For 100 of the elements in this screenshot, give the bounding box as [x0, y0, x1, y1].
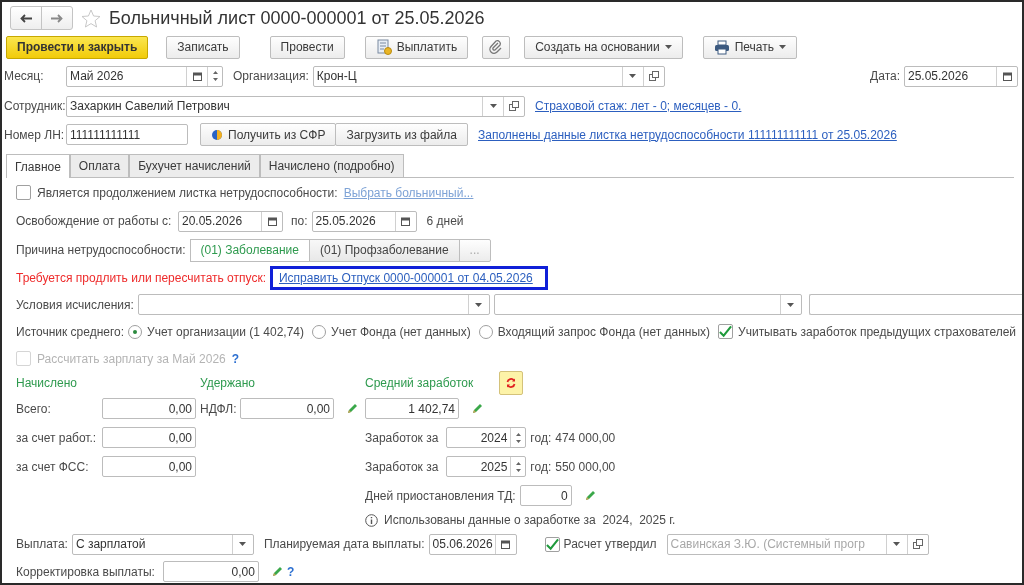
dropdown-icon [475, 302, 483, 307]
average-source-label: Источник среднего: [16, 324, 125, 339]
dropdown-icon [629, 74, 637, 78]
suspension-days-field[interactable]: 0 [519, 485, 572, 506]
checkbox[interactable] [16, 185, 31, 200]
planned-date-field[interactable]: 05.06.2026 [428, 533, 517, 555]
pencil-icon[interactable] [346, 402, 358, 415]
amount-label: за счет ФСС: [16, 459, 90, 474]
info-icon [365, 513, 378, 527]
print-button[interactable]: Печать [702, 35, 797, 59]
year-field[interactable]: 2024 [446, 427, 527, 448]
open-icon [912, 539, 923, 549]
condition-field[interactable] [137, 294, 490, 315]
previous-insurers-label: Учитывать заработок предыдущих страхователей [738, 324, 1017, 339]
radio-button[interactable] [312, 324, 326, 339]
open-icon [648, 71, 659, 81]
correction-field[interactable]: 0,00 [162, 561, 259, 582]
forward-arrow-icon[interactable] [51, 13, 63, 23]
year-amount: 550 000,00 [555, 459, 616, 474]
month-field[interactable]: Май 2026 [66, 65, 223, 87]
year-field[interactable]: 2025 [446, 456, 527, 477]
date-field[interactable]: 25.05.2026 [904, 65, 1018, 87]
spin-icon [515, 430, 521, 445]
date-label: Дата: [870, 69, 900, 83]
insurance-record-link[interactable]: Страховой стаж: лет - 0; месяцев - 0. [535, 99, 742, 113]
planned-date-label: Планируемая дата выплаты: [263, 537, 425, 551]
radio-label: Учет Фонда (нет данных) [331, 324, 471, 339]
amount-field[interactable]: 0,00 [102, 398, 196, 419]
spin-icon [515, 459, 521, 474]
conditions-label: Условия исчисления: [16, 297, 134, 312]
month-label: Месяц: [4, 69, 45, 83]
condition-field[interactable] [808, 294, 1022, 315]
pencil-icon[interactable] [583, 489, 596, 502]
toolbar-button[interactable]: Провести [269, 35, 345, 59]
payment-field[interactable]: С зарплатой [71, 533, 254, 555]
release-label: Освобождение от работы с: [16, 214, 173, 228]
warning-text: Требуется продлить или пересчитать отпуск: [16, 271, 266, 285]
reason-label: Причина нетрудоспособности: [16, 243, 186, 257]
check-icon [719, 325, 733, 338]
paperclip-icon [489, 40, 504, 54]
radio-button[interactable] [128, 324, 143, 339]
document-coins-icon [375, 39, 392, 55]
check-icon [545, 537, 559, 551]
help-icon[interactable]: ? [286, 564, 295, 579]
year-suffix: год: [530, 459, 552, 474]
refresh-button[interactable] [499, 371, 524, 395]
amount-field[interactable]: 0,00 [102, 456, 196, 477]
release-to-label: по: [291, 214, 308, 228]
calendar-icon [192, 71, 202, 81]
create-based-on-button[interactable]: Создать на основании [524, 35, 683, 59]
tab[interactable]: Начислено (подробно) [259, 154, 404, 177]
tax-field[interactable]: 0,00 [240, 398, 334, 419]
post-and-close-button[interactable]: Провести и закрыть [6, 35, 149, 59]
amount-field[interactable]: 0,00 [102, 427, 196, 448]
load-from-file-button[interactable]: Загрузить из файла [335, 123, 468, 146]
radio-label: Входящий запрос Фонда (нет данных) [497, 324, 711, 339]
printer-icon [713, 39, 730, 55]
organization-field[interactable]: Крон-Ц [312, 65, 665, 87]
tab[interactable]: Главное [6, 154, 70, 178]
radio-button[interactable] [478, 324, 493, 339]
employee-field[interactable]: Захаркин Савелий Петрович [66, 95, 525, 117]
calendar-icon [501, 539, 511, 549]
pencil-icon[interactable] [471, 402, 483, 415]
payment-label: Выплата: [16, 537, 68, 551]
pay-button[interactable]: Выплатить [364, 35, 469, 59]
condition-field[interactable] [493, 294, 802, 315]
checkbox[interactable] [718, 324, 734, 339]
sick-note-number-field[interactable]: 111111111111 [66, 124, 188, 145]
window-title: Больничный лист 0000-000001 от 25.05.2026 [109, 7, 485, 29]
toolbar-button[interactable]: Записать [166, 35, 240, 59]
tab[interactable]: Оплата [69, 154, 130, 177]
recalc-salary-label: Рассчитать зарплату за Май 2026 [37, 351, 226, 366]
average-earnings-field[interactable]: 1 402,74 [365, 398, 459, 419]
amount-label: Всего: [16, 401, 52, 416]
dropdown-icon [664, 45, 672, 49]
pencil-icon[interactable] [270, 565, 283, 578]
calendar-icon [1002, 71, 1012, 81]
reason-option[interactable]: (01) Заболевание [189, 238, 310, 262]
section-title: Начислено [16, 376, 77, 390]
back-arrow-icon[interactable] [20, 13, 32, 23]
days-count: 6 дней [426, 214, 464, 228]
filled-data-link[interactable]: Заполнены данные листка нетрудоспособности 111111111111 от 25.05.2026 [478, 127, 897, 142]
dropdown-icon [489, 104, 497, 108]
release-from-field[interactable]: 20.05.2026 [178, 210, 283, 232]
dropdown-icon [779, 45, 786, 49]
year-suffix: год: [530, 430, 552, 445]
radio-label: Учет организации (1 402,74) [147, 324, 304, 339]
reason-option[interactable]: (01) Профзаболевание [309, 238, 460, 262]
star-icon[interactable] [81, 8, 101, 28]
fix-vacation-link[interactable]: Исправить Отпуск 0000-000001 от 04.05.2026 [279, 271, 533, 285]
tab[interactable]: Бухучет начислений [129, 154, 260, 177]
spin-icon [212, 69, 218, 83]
get-from-fund-button[interactable]: Получить из СФР [200, 123, 337, 146]
release-to-field[interactable]: 25.05.2026 [311, 210, 417, 232]
correction-label: Корректировка выплаты: [16, 564, 155, 579]
suspension-days-label: Дней приостановления ТД: [365, 488, 516, 503]
attach-button[interactable] [482, 35, 511, 59]
info-text: Использованы данные о заработке за 2024, 2025 г. [384, 513, 676, 527]
amount-label: за счет работ.: [16, 430, 96, 445]
dropdown-icon [787, 302, 795, 307]
